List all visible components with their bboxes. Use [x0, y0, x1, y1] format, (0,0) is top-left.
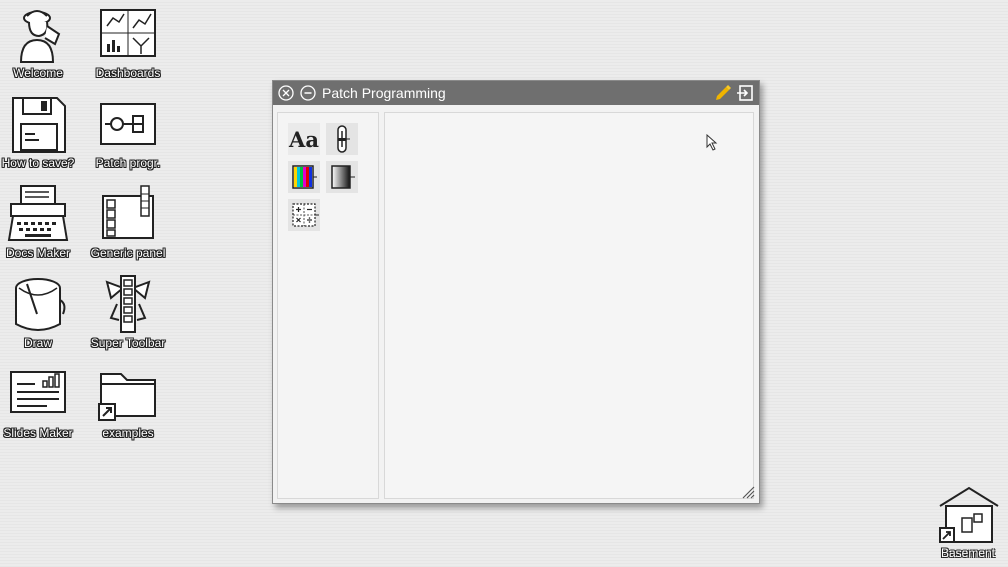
text-tool-icon[interactable]: Aa: [288, 123, 320, 155]
desktop-icon-super-toolbar[interactable]: Super Toolbar: [88, 274, 168, 360]
pencil-icon[interactable]: [714, 84, 732, 102]
typewriter-icon: [7, 184, 69, 246]
patch-programming-window[interactable]: Patch Programming Aa: [272, 80, 760, 504]
desktop-icon-label: Dashboards: [95, 66, 161, 80]
desktop-icon-patch-programming[interactable]: Patch progr.: [88, 94, 168, 180]
paint-bucket-icon: [7, 274, 69, 336]
desktop-icon-label: Basement: [940, 546, 996, 560]
desktop-icon-welcome[interactable]: Welcome: [0, 4, 78, 90]
desktop-icon-label: Generic panel: [90, 246, 166, 260]
tool-palette: Aa: [277, 112, 379, 499]
text-tool-label: Aa: [288, 127, 319, 152]
floppy-disk-icon: [7, 94, 69, 156]
math-operators-tool-icon[interactable]: [288, 199, 320, 231]
window-title: Patch Programming: [322, 85, 446, 101]
exit-icon[interactable]: [736, 84, 754, 102]
desktop-icon-basement[interactable]: Basement: [930, 484, 1006, 564]
minimize-circle-icon[interactable]: [300, 85, 316, 101]
desktop-icon-dashboards[interactable]: Dashboards: [88, 4, 168, 90]
color-bars-tool-icon[interactable]: [288, 161, 320, 193]
patch-programming-icon: [97, 94, 159, 156]
window-titlebar[interactable]: Patch Programming: [273, 81, 759, 105]
desktop-icon-generic-panel[interactable]: Generic panel: [88, 184, 168, 270]
desktop-icon-draw[interactable]: Draw: [0, 274, 78, 360]
basement-house-icon: [938, 484, 1000, 546]
slider-tool-icon[interactable]: [326, 123, 358, 155]
close-circle-icon[interactable]: [278, 85, 294, 101]
desktop-icon-examples[interactable]: examples: [88, 364, 168, 450]
desktop-icon-label: examples: [102, 426, 154, 440]
welcome-person-icon: [7, 4, 69, 66]
resize-handle-icon[interactable]: [741, 485, 755, 499]
generic-panel-icon: [97, 184, 159, 246]
desktop-icon-label: Patch progr.: [95, 156, 161, 170]
slides-icon: [7, 364, 69, 426]
desktop-icon-how-to-save[interactable]: How to save?: [0, 94, 78, 180]
desktop-icon-docs-maker[interactable]: Docs Maker: [0, 184, 78, 270]
super-toolbar-icon: [97, 274, 159, 336]
dashboards-icon: [97, 4, 159, 66]
patch-canvas[interactable]: [384, 112, 754, 499]
mouse-cursor-icon: [706, 134, 718, 151]
folder-shortcut-icon: [97, 364, 159, 426]
desktop-icon-slides-maker[interactable]: Slides Maker: [0, 364, 78, 450]
gradient-tool-icon[interactable]: [326, 161, 358, 193]
desktop-icon-label: Super Toolbar: [90, 336, 166, 350]
